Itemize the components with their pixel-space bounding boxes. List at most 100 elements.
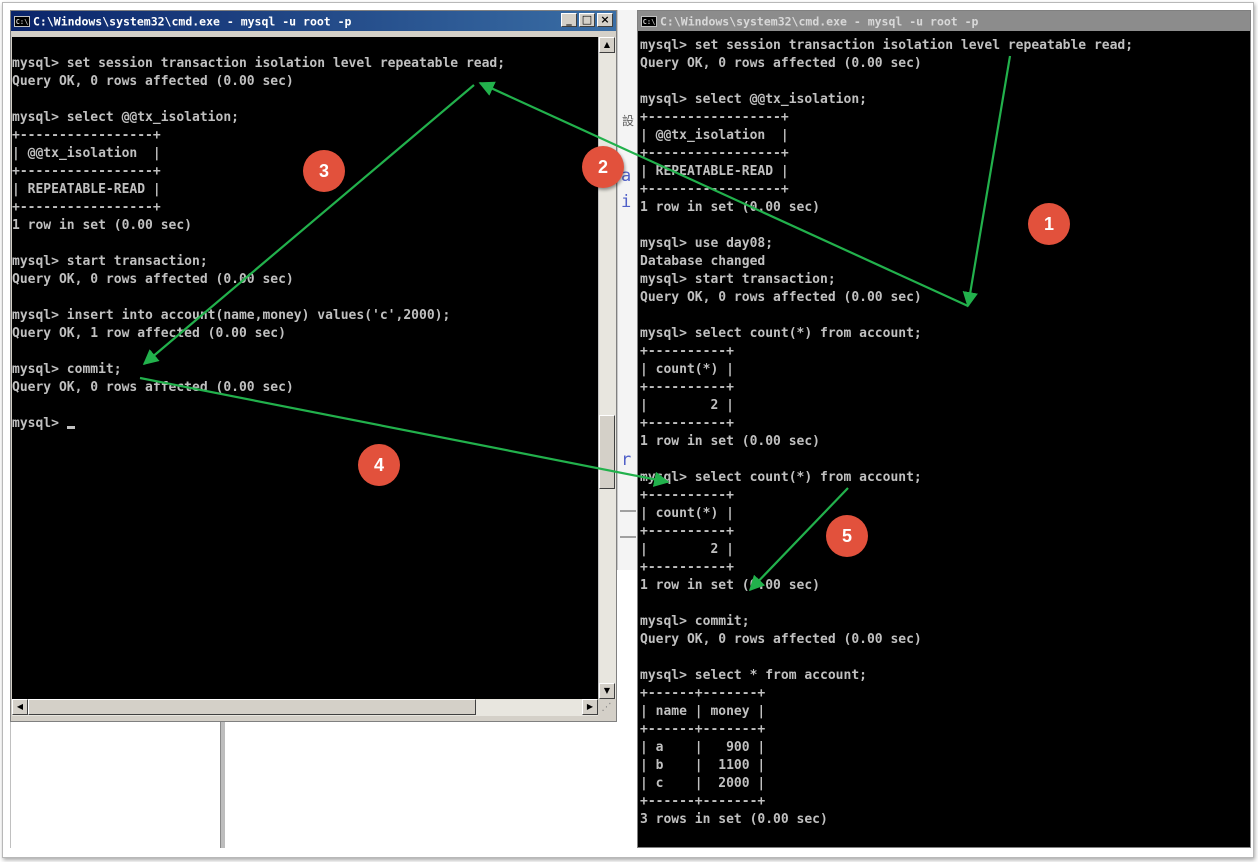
- cmd-window-icon: C:\: [14, 16, 30, 27]
- terminal-line-text: +----------+: [640, 416, 734, 431]
- terminal-line: mysql> commit;: [640, 613, 1248, 631]
- terminal-line: Query OK, 0 rows affected (0.00 sec): [640, 289, 1248, 307]
- terminal-line-text: | @@tx_isolation |: [640, 128, 789, 143]
- terminal-line: | count(*) |: [640, 505, 1248, 523]
- terminal-line: | REPEATABLE-READ |: [640, 163, 1248, 181]
- step-marker-5: 5: [826, 515, 868, 557]
- terminal-line: mysql> commit;: [12, 361, 598, 379]
- horizontal-scroll-thumb[interactable]: [28, 699, 476, 715]
- terminal-line-text: +----------+: [640, 344, 734, 359]
- terminal-line: +----------+: [640, 559, 1248, 577]
- close-icon[interactable]: ×: [597, 13, 613, 27]
- terminal-line-text: +------+-------+: [640, 722, 766, 737]
- terminal-line: Query OK, 0 rows affected (0.00 sec): [640, 631, 1248, 649]
- terminal-line: +-----------------+: [12, 199, 598, 217]
- terminal-line-text: 1 row in set (0.00 sec): [640, 578, 821, 593]
- minimize-icon[interactable]: _: [561, 13, 577, 27]
- background-text-fragment: i: [621, 192, 632, 212]
- right-window-titlebar[interactable]: C:\ C:\Windows\system32\cmd.exe - mysql -…: [638, 11, 1250, 31]
- terminal-line-text: mysql> use day08;: [640, 236, 774, 251]
- terminal-line: mysql>: [12, 415, 598, 433]
- scroll-up-arrow-icon[interactable]: ▲: [599, 37, 615, 53]
- terminal-line-text: Query OK, 0 rows affected (0.00 sec): [12, 272, 294, 287]
- terminal-line-text: mysql> insert into account(name,money) v…: [12, 308, 451, 323]
- terminal-line: +----------+: [640, 415, 1248, 433]
- scroll-thumb[interactable]: [599, 415, 615, 489]
- lower-pane: [10, 722, 617, 848]
- terminal-line-text: Query OK, 0 rows affected (0.00 sec): [12, 380, 294, 395]
- terminal-line-text: 1 row in set (0.00 sec): [640, 434, 821, 449]
- scroll-down-arrow-icon[interactable]: ▼: [599, 683, 615, 699]
- terminal-line-text: | c | 2000 |: [640, 776, 766, 791]
- terminal-line-text: Query OK, 0 rows affected (0.00 sec): [12, 74, 294, 89]
- terminal-line-text: mysql> set session transaction isolation…: [640, 38, 1134, 53]
- terminal-line: mysql> start transaction;: [640, 271, 1248, 289]
- terminal-line-text: | REPEATABLE-READ |: [12, 182, 161, 197]
- left-vertical-scrollbar[interactable]: ▲ ▼: [598, 37, 616, 699]
- step-marker-4: 4: [358, 444, 400, 486]
- right-terminal-output[interactable]: mysql> set session transaction isolation…: [640, 37, 1248, 847]
- terminal-line: 1 row in set (0.00 sec): [640, 433, 1248, 451]
- terminal-line: +------+-------+: [640, 685, 1248, 703]
- terminal-line-text: mysql> start transaction;: [12, 254, 208, 269]
- terminal-line-text: mysql>: [12, 416, 67, 431]
- terminal-line: | a | 900 |: [640, 739, 1248, 757]
- terminal-line: | count(*) |: [640, 361, 1248, 379]
- terminal-line-text: Query OK, 0 rows affected (0.00 sec): [640, 56, 922, 71]
- lower-pane-divider: [220, 722, 225, 848]
- terminal-line: | b | 1100 |: [640, 757, 1248, 775]
- terminal-line-text: | b | 1100 |: [640, 758, 766, 773]
- text-cursor: [66, 426, 75, 429]
- left-window-title: C:\Windows\system32\cmd.exe - mysql -u r…: [33, 14, 352, 29]
- terminal-line: mysql> select @@tx_isolation;: [640, 91, 1248, 109]
- terminal-line-text: +-----------------+: [640, 182, 789, 197]
- terminal-line: mysql> select count(*) from account;: [640, 325, 1248, 343]
- terminal-line-text: mysql> commit;: [640, 614, 750, 629]
- terminal-line: mysql> use day08;: [640, 235, 1248, 253]
- terminal-line-text: mysql> select count(*) from account;: [640, 326, 922, 341]
- resize-grip-icon[interactable]: ⋰: [598, 699, 615, 716]
- left-cmd-window[interactable]: C:\ C:\Windows\system32\cmd.exe - mysql -…: [10, 10, 617, 722]
- step-marker-2: 2: [582, 146, 624, 188]
- terminal-line-text: mysql> select * from account;: [640, 668, 867, 683]
- scroll-right-arrow-icon[interactable]: ▶: [582, 699, 598, 715]
- terminal-line: 1 row in set (0.00 sec): [12, 217, 598, 235]
- terminal-line-text: | 2 |: [640, 542, 734, 557]
- maximize-icon[interactable]: □: [579, 13, 595, 27]
- terminal-line-text: mysql> set session transaction isolation…: [12, 56, 506, 71]
- terminal-line-text: Query OK, 0 rows affected (0.00 sec): [640, 290, 922, 305]
- terminal-line-text: mysql> select @@tx_isolation;: [12, 110, 239, 125]
- scroll-left-arrow-icon[interactable]: ◀: [12, 699, 28, 715]
- terminal-line-text: +-----------------+: [640, 110, 789, 125]
- left-horizontal-scrollbar[interactable]: ◀ ▶: [12, 699, 598, 716]
- terminal-line-text: | a | 900 |: [640, 740, 766, 755]
- terminal-line-text: Query OK, 0 rows affected (0.00 sec): [640, 632, 922, 647]
- terminal-line: +----------+: [640, 379, 1248, 397]
- cmd-window-icon: C:\: [641, 16, 657, 27]
- terminal-line: mysql> start transaction;: [12, 253, 598, 271]
- terminal-line-text: mysql> commit;: [12, 362, 122, 377]
- terminal-line: | name | money |: [640, 703, 1248, 721]
- terminal-line-text: 1 row in set (0.00 sec): [12, 218, 193, 233]
- right-cmd-window[interactable]: C:\ C:\Windows\system32\cmd.exe - mysql -…: [637, 10, 1251, 848]
- terminal-line-text: | 2 |: [640, 398, 734, 413]
- left-terminal-output[interactable]: mysql> set session transaction isolation…: [12, 37, 598, 699]
- terminal-line-text: Database changed: [640, 254, 766, 269]
- terminal-line: 1 row in set (0.00 sec): [640, 199, 1248, 217]
- terminal-line: Query OK, 1 row affected (0.00 sec): [12, 325, 598, 343]
- terminal-line-text: +----------+: [640, 524, 734, 539]
- terminal-line-text: +----------+: [640, 560, 734, 575]
- terminal-line-text: | name | money |: [640, 704, 766, 719]
- terminal-line: Query OK, 0 rows affected (0.00 sec): [12, 271, 598, 289]
- left-window-titlebar[interactable]: C:\ C:\Windows\system32\cmd.exe - mysql -…: [11, 11, 616, 31]
- right-window-title: C:\Windows\system32\cmd.exe - mysql -u r…: [660, 14, 979, 29]
- step-marker-3: 3: [303, 150, 345, 192]
